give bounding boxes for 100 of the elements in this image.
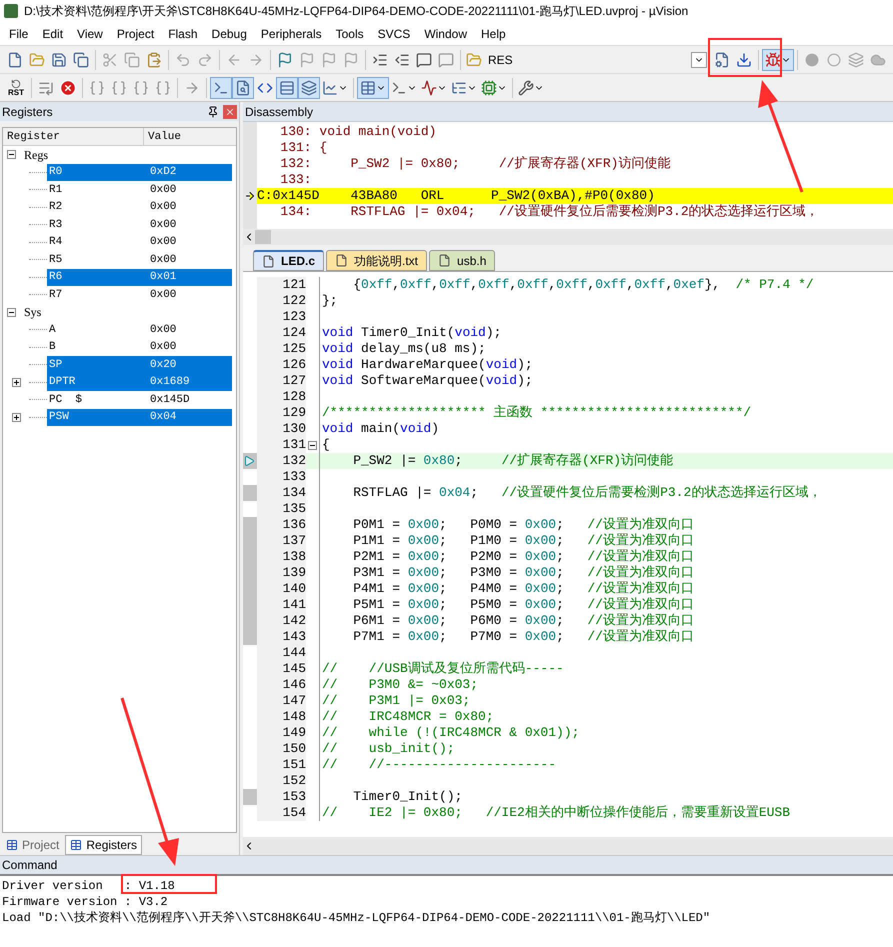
register-row[interactable]: R4 0x00 bbox=[47, 234, 232, 251]
menu-item[interactable]: File bbox=[2, 24, 36, 42]
register-name: SP bbox=[48, 358, 64, 372]
register-row[interactable]: R1 0x00 bbox=[47, 181, 232, 198]
pin-icon[interactable] bbox=[207, 106, 219, 118]
scrollbar-thumb[interactable] bbox=[255, 230, 271, 244]
register-name: R7 bbox=[48, 288, 64, 302]
menu-item[interactable]: Help bbox=[474, 24, 513, 42]
line-number: 150 bbox=[257, 741, 306, 757]
res-button[interactable]: RES bbox=[464, 48, 515, 70]
register-row[interactable]: B 0x00 bbox=[47, 338, 232, 356]
menu-item[interactable]: Project bbox=[110, 24, 162, 42]
tree-group-label[interactable]: Regs bbox=[24, 146, 48, 164]
panel-tab[interactable]: Registers bbox=[65, 835, 142, 855]
register-row[interactable]: R0 0xD2 bbox=[47, 164, 232, 181]
register-row[interactable]: R3 0x00 bbox=[47, 216, 232, 234]
register-value: 0x1689 bbox=[150, 375, 190, 390]
line-number: 143 bbox=[257, 629, 306, 645]
menu-item[interactable]: Edit bbox=[35, 24, 70, 42]
horizontal-scrollbar[interactable] bbox=[243, 837, 893, 855]
register-row[interactable]: DPTR 0x1689 bbox=[47, 374, 232, 391]
memory-window-button[interactable] bbox=[357, 76, 389, 98]
register-value: 0xD2 bbox=[150, 165, 176, 180]
step-over-icon bbox=[111, 80, 127, 96]
tree-toggle-icon[interactable] bbox=[12, 378, 20, 387]
column-header[interactable]: Register bbox=[3, 128, 144, 145]
file-icon bbox=[438, 254, 452, 267]
trace-window-icon bbox=[451, 80, 467, 96]
tree-toggle-icon[interactable] bbox=[7, 308, 16, 317]
command-window-icon bbox=[213, 80, 229, 96]
register-row[interactable]: R5 0x00 bbox=[47, 251, 232, 268]
call-stack-button[interactable] bbox=[298, 76, 320, 98]
register-value: 0x00 bbox=[150, 288, 176, 302]
tree-toggle-icon[interactable] bbox=[12, 412, 20, 422]
tree-group-label[interactable]: Sys bbox=[24, 303, 42, 322]
close-button[interactable] bbox=[223, 104, 237, 118]
register-name: R6 bbox=[48, 270, 64, 285]
column-header[interactable]: Value bbox=[144, 128, 236, 145]
tree-toggle-icon[interactable] bbox=[7, 150, 16, 160]
step-icon bbox=[38, 80, 54, 96]
register-row[interactable]: R2 0x00 bbox=[47, 198, 232, 216]
forward-icon bbox=[248, 52, 264, 68]
reset-button[interactable]: RST bbox=[4, 76, 28, 100]
menu-item[interactable]: Window bbox=[417, 24, 474, 42]
register-row[interactable]: SP 0x20 bbox=[47, 356, 232, 374]
line-number: 129 bbox=[257, 405, 306, 421]
file-icon bbox=[262, 254, 275, 268]
download-icon bbox=[736, 52, 752, 68]
debug-session-icon bbox=[765, 52, 781, 68]
line-number: 131 bbox=[257, 437, 306, 453]
menu-item[interactable]: Peripherals bbox=[254, 24, 329, 42]
line-number: 137 bbox=[257, 533, 306, 549]
code-line: void Timer0_Init(void); bbox=[321, 325, 502, 341]
register-name: R0 bbox=[48, 165, 64, 180]
menu-item[interactable]: View bbox=[70, 24, 110, 42]
open-file-icon bbox=[29, 52, 45, 68]
disassembly-window-button[interactable] bbox=[232, 76, 254, 98]
file-settings-icon bbox=[714, 52, 730, 68]
panel-tab[interactable]: Project bbox=[2, 835, 64, 855]
register-row[interactable]: A 0x00 bbox=[47, 321, 232, 338]
fold-toggle-icon[interactable] bbox=[308, 440, 317, 450]
stop-icon bbox=[59, 78, 77, 96]
code-line: // while (!(IRC48MCR & 0x01)); bbox=[321, 725, 580, 741]
code-line: P_SW2 |= 0x80; //扩展寄存器(XFR)访问使能 bbox=[352, 453, 674, 469]
assembly-line: C:0x145D 43BA80 ORL P_SW2(0xBA),#P0(0x80) bbox=[257, 188, 655, 204]
register-name: R1 bbox=[48, 182, 64, 198]
menu-item[interactable]: Debug bbox=[204, 24, 254, 42]
line-number: 132 bbox=[257, 453, 306, 469]
debug-session-button[interactable] bbox=[762, 48, 794, 70]
file-icon bbox=[335, 254, 348, 267]
step-out-icon bbox=[133, 80, 149, 96]
editor-tab[interactable]: 功能说明.txt bbox=[326, 250, 428, 271]
line-number: 121 bbox=[257, 277, 306, 293]
run-to-cursor-icon bbox=[155, 80, 171, 96]
dropdown-field[interactable] bbox=[691, 52, 707, 68]
horizontal-scrollbar[interactable] bbox=[243, 229, 893, 245]
code-line: P7M1 = 0x00; P7M0 = 0x00; //设置为准双向口 bbox=[352, 629, 694, 645]
register-row[interactable]: R6 0x01 bbox=[47, 268, 232, 286]
line-number: 139 bbox=[257, 565, 306, 581]
step-into-icon bbox=[89, 80, 105, 96]
menu-item[interactable]: Flash bbox=[161, 24, 205, 42]
command-output-line: Driver version : V1.18 bbox=[2, 878, 175, 894]
command-window-button[interactable] bbox=[210, 76, 232, 98]
window-title: D:\技术资料\范例程序\开天斧\STC8H8K64U-45MHz-LQFP64-DIP64-DEMO-CODE-20221111\01-跑马灯\LED.uvproj - µVision bbox=[24, 3, 688, 20]
register-row[interactable]: PC $ 0x145D bbox=[47, 391, 232, 408]
line-number: 147 bbox=[257, 693, 306, 709]
registers-window-button[interactable] bbox=[276, 76, 298, 98]
editor-tab[interactable]: LED.c bbox=[253, 250, 324, 271]
menu-item[interactable]: Tools bbox=[328, 24, 371, 42]
menu-item[interactable]: SVCS bbox=[370, 24, 418, 42]
register-row[interactable]: PSW 0x04 bbox=[47, 408, 232, 426]
code-line: RSTFLAG |= 0x04; //设置硬件复位后需要检测P3.2的状态选择运行区域， bbox=[352, 485, 822, 501]
code-line: P2M1 = 0x00; P2M0 = 0x00; //设置为准双向口 bbox=[352, 549, 694, 565]
register-row[interactable]: R7 0x00 bbox=[47, 286, 232, 304]
code-line: // IRC48MCR = 0x80; bbox=[321, 709, 494, 725]
register-value: 0x20 bbox=[150, 358, 176, 372]
editor-tab[interactable]: usb.h bbox=[429, 250, 496, 271]
register-value: 0x145D bbox=[150, 392, 190, 408]
unindent-icon bbox=[394, 52, 410, 68]
line-number: 146 bbox=[257, 677, 306, 693]
